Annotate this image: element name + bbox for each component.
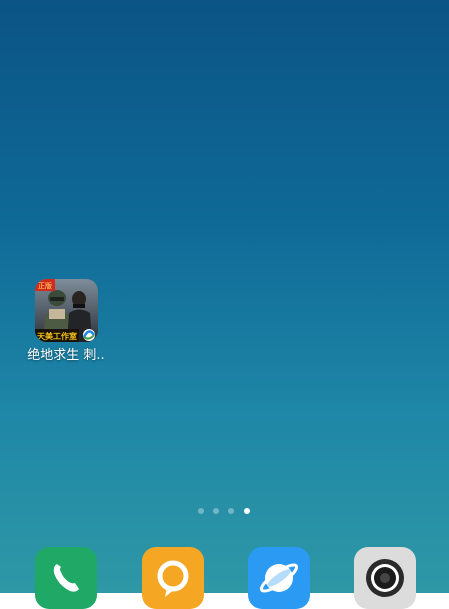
publisher-text: 天美工作室 <box>37 331 77 341</box>
phone-icon[interactable] <box>35 547 97 609</box>
page-dot-active[interactable] <box>244 508 250 514</box>
camera-icon[interactable] <box>354 547 416 609</box>
browser-icon[interactable] <box>248 547 310 609</box>
pubg-game-artwork: 正版 天美工作室 <box>35 279 98 342</box>
page-indicator[interactable] <box>198 507 254 515</box>
app-label[interactable]: 绝地求生 刺.. <box>12 347 120 365</box>
pubg-game-icon[interactable]: 正版 天美工作室 <box>35 279 98 342</box>
badge-text: 正版 <box>38 281 52 290</box>
page-dot[interactable] <box>198 508 204 514</box>
page-dot[interactable] <box>213 508 219 514</box>
message-bubble-icon[interactable] <box>142 547 204 609</box>
message-glyph <box>157 560 189 597</box>
browser-glyph <box>259 563 299 593</box>
page-dot[interactable] <box>228 508 234 514</box>
phone-glyph <box>53 564 79 592</box>
camera-glyph <box>366 559 404 597</box>
